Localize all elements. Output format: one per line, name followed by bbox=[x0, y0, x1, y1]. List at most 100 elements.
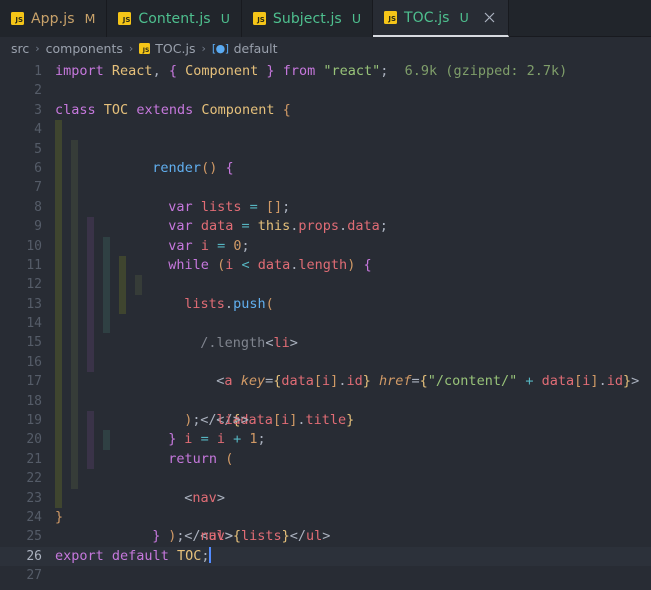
indent-guide bbox=[55, 372, 62, 392]
code-line[interactable]: 2 bbox=[0, 81, 651, 100]
indent-guide bbox=[71, 178, 78, 198]
line-content: class TOC extends Component { bbox=[55, 101, 291, 118]
indent-guide bbox=[71, 352, 78, 373]
line-number: 4 bbox=[34, 122, 42, 138]
js-file-icon: JS bbox=[118, 12, 132, 25]
line-number: 18 bbox=[26, 393, 42, 409]
code-line[interactable]: 10 /.length<li> bbox=[0, 236, 651, 351]
close-icon[interactable] bbox=[482, 10, 497, 25]
indent-guide bbox=[103, 255, 110, 276]
code-line[interactable]: 6 var data = this.props.data; bbox=[0, 158, 651, 234]
tab-content-js[interactable]: JS Content.js U bbox=[107, 0, 242, 37]
js-file-icon: JS bbox=[252, 12, 266, 25]
code-line[interactable]: 18 return ( bbox=[0, 391, 651, 467]
line-content: return ( bbox=[55, 391, 651, 467]
line-number: 17 bbox=[26, 374, 42, 390]
indent-guide bbox=[87, 430, 94, 450]
indent-guide bbox=[71, 236, 78, 256]
js-file-icon: JS bbox=[11, 12, 24, 25]
indent-guide bbox=[55, 275, 62, 295]
indent-guide bbox=[71, 469, 78, 489]
code-line[interactable]: 23 } bbox=[0, 488, 651, 544]
tab-label: Subject.js bbox=[272, 10, 342, 27]
indent-guide bbox=[55, 294, 62, 315]
tab-toc-js[interactable]: JS TOC.js U bbox=[373, 0, 509, 37]
tab-app-js[interactable]: JS App.js M bbox=[0, 0, 108, 37]
code-line[interactable]: 20 <ul>{lists}</ul> bbox=[0, 430, 651, 544]
line-number: 24 bbox=[26, 509, 42, 525]
indent-guide bbox=[55, 255, 62, 276]
code-line[interactable]: 7 var i = 0; bbox=[0, 178, 651, 254]
line-number: 22 bbox=[26, 471, 42, 487]
indent-guide bbox=[87, 217, 94, 237]
code-line[interactable]: 12 {data[i].title} bbox=[0, 275, 651, 428]
text-cursor bbox=[208, 546, 211, 563]
indent-guide bbox=[71, 294, 78, 315]
line-number: 1 bbox=[34, 64, 42, 79]
chevron-right-icon: › bbox=[201, 41, 206, 55]
indent-guide bbox=[55, 469, 62, 489]
code-line[interactable]: 21 </nav> bbox=[0, 449, 651, 544]
code-line[interactable]: 24 } bbox=[0, 508, 651, 527]
indent-guide bbox=[119, 294, 126, 315]
indent-guide bbox=[135, 275, 142, 295]
import-cost-annotation: 6.9k (gzipped: 2.7k) bbox=[404, 63, 568, 79]
code-line[interactable]: 16 i = i + 1; bbox=[0, 352, 651, 447]
line-number: 8 bbox=[34, 199, 42, 215]
indent-guide bbox=[71, 411, 78, 431]
indent-guide bbox=[55, 178, 62, 198]
editor-lines: 1 import React, { Component } from "reac… bbox=[0, 59, 651, 586]
line-number: 7 bbox=[34, 180, 42, 196]
indent-guide bbox=[55, 217, 62, 237]
breadcrumb-item-components[interactable]: components bbox=[46, 41, 123, 56]
indent-guide bbox=[87, 275, 94, 295]
line-number: 6 bbox=[34, 160, 42, 176]
line-number: 10 bbox=[26, 238, 42, 254]
code-line[interactable]: 3 class TOC extends Component { bbox=[0, 101, 651, 120]
indent-guide bbox=[71, 430, 78, 450]
indent-guide bbox=[55, 449, 62, 470]
code-line[interactable]: 15 ); bbox=[0, 333, 651, 428]
code-line-active[interactable]: 26 export default TOC; bbox=[0, 546, 651, 567]
indent-guide bbox=[55, 158, 62, 179]
chevron-right-icon: › bbox=[35, 41, 40, 55]
line-content: var i = 0; bbox=[55, 178, 651, 254]
tab-status-badge: U bbox=[459, 10, 469, 25]
breadcrumb-item-src[interactable]: src bbox=[11, 41, 29, 56]
indent-guide bbox=[71, 139, 78, 159]
indent-guide bbox=[55, 139, 62, 159]
code-editor[interactable]: 1 import React, { Component } from "reac… bbox=[0, 59, 651, 590]
line-content: import React, { Component } from "react"… bbox=[55, 63, 568, 79]
indent-guide bbox=[87, 411, 94, 431]
indent-guide bbox=[103, 275, 110, 295]
code-line[interactable]: 13 </a> bbox=[0, 294, 651, 428]
tab-subject-js[interactable]: JS Subject.js U bbox=[241, 0, 373, 37]
indent-guide bbox=[55, 120, 62, 140]
indent-guide bbox=[71, 158, 78, 179]
code-line[interactable]: 4 render() { bbox=[0, 120, 651, 176]
line-number: 2 bbox=[34, 83, 42, 99]
code-line[interactable]: 5 var lists = []; bbox=[0, 139, 651, 215]
code-line[interactable]: 27 bbox=[0, 566, 651, 585]
code-line[interactable]: 14 </li> bbox=[0, 314, 651, 428]
tab-label: Content.js bbox=[138, 10, 211, 27]
line-number: 14 bbox=[26, 316, 42, 332]
line-number: 19 bbox=[26, 413, 42, 429]
line-content: } bbox=[55, 508, 64, 525]
js-file-icon: JS bbox=[384, 11, 397, 24]
code-line[interactable]: 22 ); bbox=[0, 469, 651, 544]
breadcrumb-item-symbol[interactable]: default bbox=[234, 41, 278, 56]
line-content: i = i + 1; bbox=[55, 352, 651, 447]
code-line[interactable]: 8 while (i < data.length) { bbox=[0, 197, 651, 273]
indent-guide bbox=[55, 236, 62, 256]
symbol-field-icon: [●] bbox=[211, 41, 229, 55]
indent-guide bbox=[71, 333, 78, 353]
indent-guide bbox=[103, 314, 110, 334]
breadcrumb-item-file[interactable]: TOC.js bbox=[155, 41, 195, 56]
indent-guide bbox=[87, 352, 94, 373]
indent-guide bbox=[103, 430, 110, 450]
indent-guide bbox=[71, 197, 78, 218]
line-number: 16 bbox=[26, 354, 42, 370]
code-line[interactable]: 1 import React, { Component } from "reac… bbox=[0, 62, 651, 81]
line-number: 27 bbox=[26, 568, 42, 584]
